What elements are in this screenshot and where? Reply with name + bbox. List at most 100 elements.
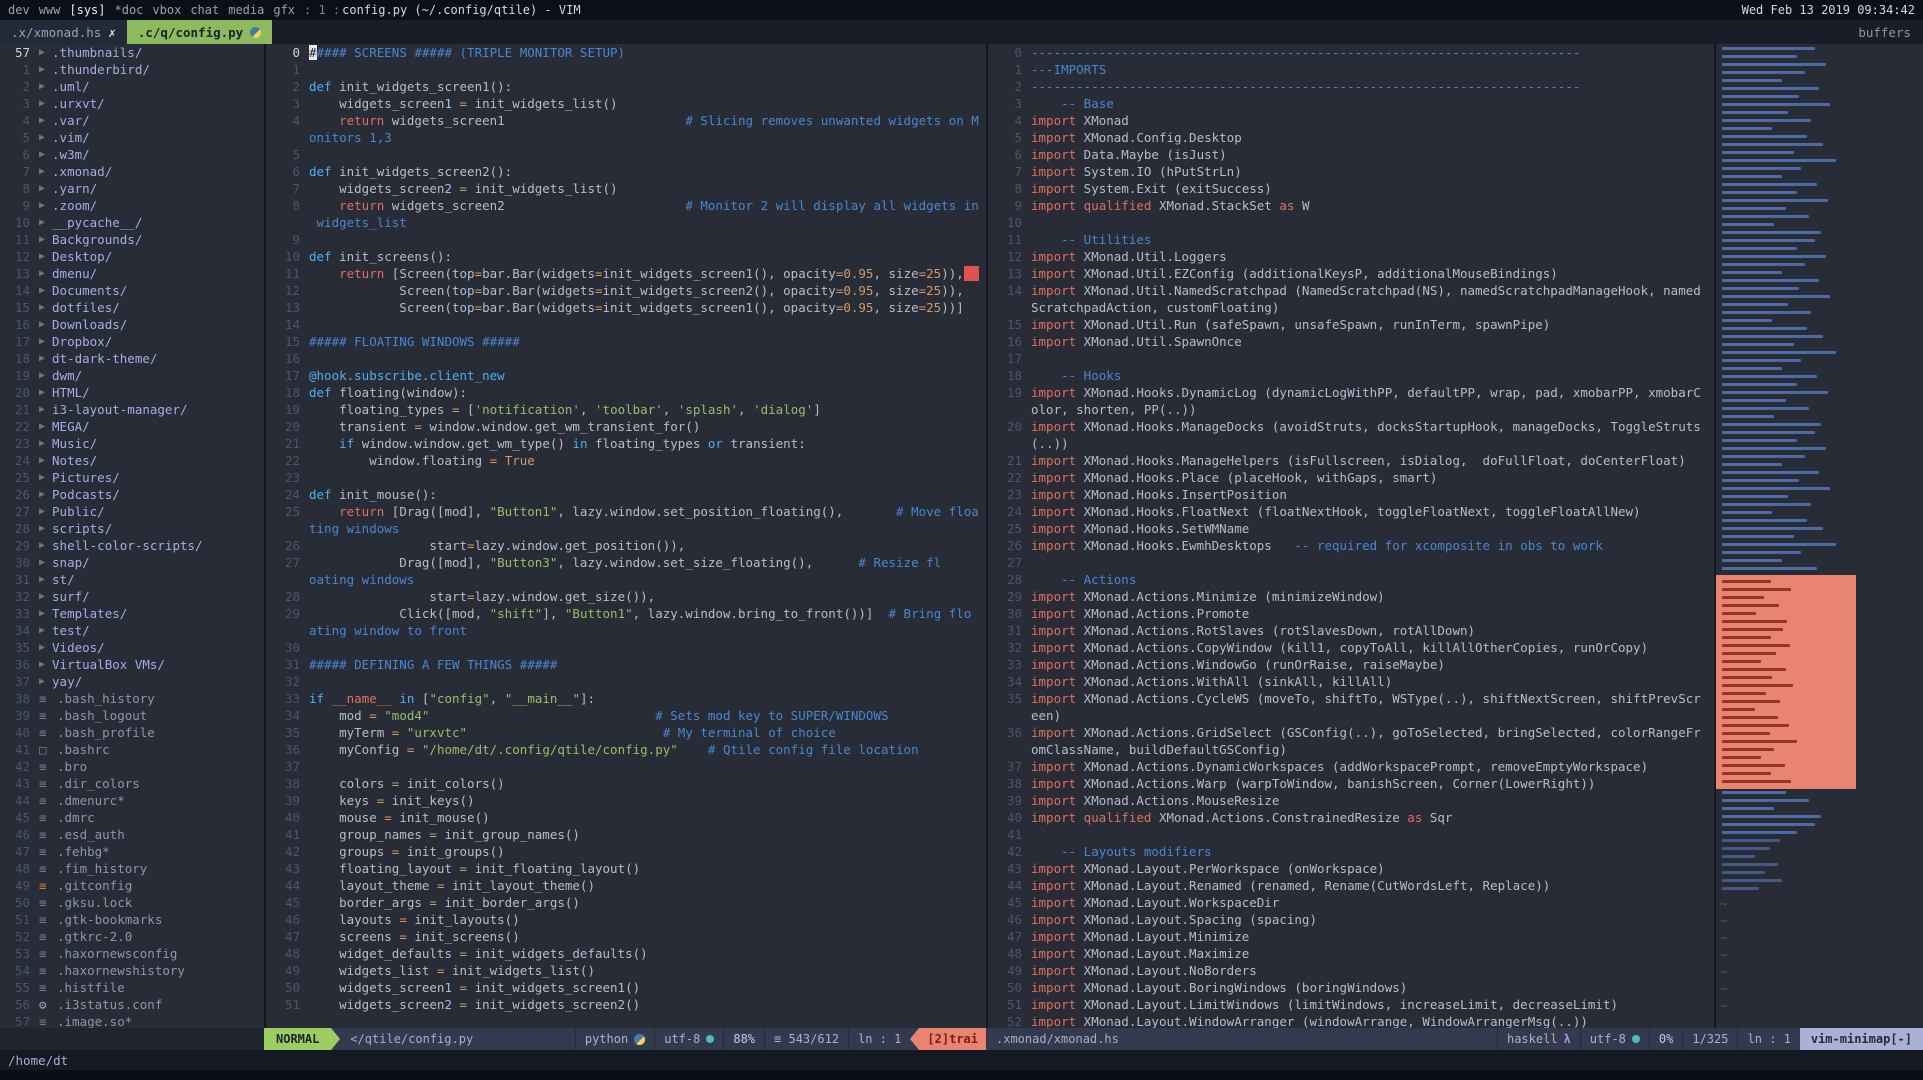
tree-file-item[interactable]: 52≡.gtkrc-2.0 — [0, 928, 264, 945]
command-line[interactable]: /home/dt — [0, 1050, 1923, 1070]
code-line[interactable]: 26 start=lazy.window.get_position()), — [266, 537, 986, 554]
code-line[interactable]: 27 Drag([mod], "Button3", lazy.window.se… — [266, 554, 986, 571]
code-line[interactable]: 24def init_mouse(): — [266, 486, 986, 503]
code-line[interactable]: 27 — [988, 554, 1714, 571]
code-line[interactable]: 6import Data.Maybe (isJust) — [988, 146, 1714, 163]
code-line[interactable]: 0##### SCREENS ##### (TRIPLE MONITOR SET… — [266, 44, 986, 61]
minimap-pane[interactable]: ~~~~~~~ — [1714, 44, 1923, 1028]
code-line[interactable]: 38 colors = init_colors() — [266, 775, 986, 792]
tree-file-item[interactable]: 43≡.dir_colors — [0, 775, 264, 792]
code-line[interactable]: 12 Screen(top=bar.Bar(widgets=init_widge… — [266, 282, 986, 299]
code-line[interactable]: 42 -- Layouts modifiers — [988, 843, 1714, 860]
code-line[interactable]: 49import XMonad.Layout.NoBorders — [988, 962, 1714, 979]
buffer-tab[interactable]: .c/q/config.py — [127, 20, 272, 44]
tree-dir-item[interactable]: 17▶Dropbox/ — [0, 333, 264, 350]
code-line[interactable]: 3 -- Base — [988, 95, 1714, 112]
nerdtree-pane[interactable]: 57▶.thumbnails/1▶.thunderbird/2▶.uml/3▶.… — [0, 44, 264, 1028]
code-line[interactable]: 50import XMonad.Layout.BoringWindows (bo… — [988, 979, 1714, 996]
code-line[interactable]: 36 myConfig = "/home/dt/.config/qtile/co… — [266, 741, 986, 758]
tree-dir-item[interactable]: 32▶surf/ — [0, 588, 264, 605]
code-line[interactable]: ScratchpadAction, customFloating) — [988, 299, 1714, 316]
code-line[interactable]: 16import XMonad.Util.SpawnOnce — [988, 333, 1714, 350]
tree-dir-item[interactable]: 34▶test/ — [0, 622, 264, 639]
tree-file-item[interactable]: 41□.bashrc — [0, 741, 264, 758]
code-line[interactable]: 35 myTerm = "urxvtc" # My terminal of ch… — [266, 724, 986, 741]
tree-dir-item[interactable]: 30▶snap/ — [0, 554, 264, 571]
tree-file-item[interactable]: 42≡.bro — [0, 758, 264, 775]
code-line[interactable]: omClassName, buildDefaultGSConfig) — [988, 741, 1714, 758]
tree-dir-item[interactable]: 22▶MEGA/ — [0, 418, 264, 435]
tree-dir-item[interactable]: 6▶.w3m/ — [0, 146, 264, 163]
code-line[interactable]: 18def floating(window): — [266, 384, 986, 401]
code-line[interactable]: een) — [988, 707, 1714, 724]
code-line[interactable]: 21 if window.window.get_wm_type() in flo… — [266, 435, 986, 452]
code-line[interactable]: 45import XMonad.Layout.WorkspaceDir — [988, 894, 1714, 911]
code-line[interactable]: 6def init_widgets_screen2(): — [266, 163, 986, 180]
tree-file-item[interactable]: 48≡.fim_history — [0, 860, 264, 877]
code-line[interactable]: 35import XMonad.Actions.CycleWS (moveTo,… — [988, 690, 1714, 707]
code-line[interactable]: 1---IMPORTS — [988, 61, 1714, 78]
tree-dir-item[interactable]: 21▶i3-layout-manager/ — [0, 401, 264, 418]
workspace-tag[interactable]: [sys] — [69, 3, 105, 17]
code-line[interactable]: 5import XMonad.Config.Desktop — [988, 129, 1714, 146]
tree-dir-item[interactable]: 26▶Podcasts/ — [0, 486, 264, 503]
tree-dir-item[interactable]: 12▶Desktop/ — [0, 248, 264, 265]
tree-file-item[interactable]: 45≡.dmrc — [0, 809, 264, 826]
code-line[interactable]: 38import XMonad.Actions.Warp (warpToWind… — [988, 775, 1714, 792]
tree-file-item[interactable]: 51≡.gtk-bookmarks — [0, 911, 264, 928]
code-line[interactable]: 41 — [988, 826, 1714, 843]
tree-dir-item[interactable]: 10▶__pycache__/ — [0, 214, 264, 231]
workspace-tag[interactable]: media — [228, 3, 264, 17]
code-line[interactable]: (..)) — [988, 435, 1714, 452]
code-line[interactable]: ting windows — [266, 520, 986, 537]
tree-dir-item[interactable]: 24▶Notes/ — [0, 452, 264, 469]
code-line[interactable]: 4 return widgets_screen1 # Slicing remov… — [266, 112, 986, 129]
code-line[interactable]: 51import XMonad.Layout.LimitWindows (lim… — [988, 996, 1714, 1013]
code-line[interactable]: 13import XMonad.Util.EZConfig (additiona… — [988, 265, 1714, 282]
workspace-tag[interactable]: www — [39, 3, 61, 17]
code-line[interactable]: 9import qualified XMonad.StackSet as W — [988, 197, 1714, 214]
code-line[interactable]: 34 mod = "mod4" # Sets mod key to SUPER/… — [266, 707, 986, 724]
code-line[interactable]: 50 widgets_screen1 = init_widgets_screen… — [266, 979, 986, 996]
code-line[interactable]: 20 transient = window.window.get_wm_tran… — [266, 418, 986, 435]
code-line[interactable]: 47 screens = init_screens() — [266, 928, 986, 945]
code-line[interactable]: 40 mouse = init_mouse() — [266, 809, 986, 826]
workspace-tag[interactable]: vbox — [152, 3, 181, 17]
tree-dir-item[interactable]: 15▶dotfiles/ — [0, 299, 264, 316]
code-line[interactable]: 49 widgets_list = init_widgets_list() — [266, 962, 986, 979]
tree-file-item[interactable]: 55≡.histfile — [0, 979, 264, 996]
code-line[interactable]: 30 — [266, 639, 986, 656]
tree-file-item[interactable]: 57≡.image.so* — [0, 1013, 264, 1028]
buffer-tab[interactable]: .x/xmonad.hs✗ — [0, 20, 127, 44]
tree-dir-item[interactable]: 36▶VirtualBox VMs/ — [0, 656, 264, 673]
code-line[interactable]: 7 widgets_screen2 = init_widgets_list() — [266, 180, 986, 197]
xmonad-hs-pane[interactable]: 0---------------------------------------… — [986, 44, 1714, 1028]
workspace-tag[interactable]: gfx — [273, 3, 295, 17]
code-line[interactable]: 42 groups = init_groups() — [266, 843, 986, 860]
tree-file-item[interactable]: 47≡.fehbg* — [0, 843, 264, 860]
code-line[interactable]: 18 -- Hooks — [988, 367, 1714, 384]
config-py-pane[interactable]: 0##### SCREENS ##### (TRIPLE MONITOR SET… — [264, 44, 986, 1028]
tree-file-item[interactable]: 49≡.gitconfig — [0, 877, 264, 894]
code-line[interactable]: 19import XMonad.Hooks.DynamicLog (dynami… — [988, 384, 1714, 401]
tree-dir-item[interactable]: 9▶.zoom/ — [0, 197, 264, 214]
code-line[interactable]: 39 keys = init_keys() — [266, 792, 986, 809]
code-line[interactable]: 15##### FLOATING WINDOWS ##### — [266, 333, 986, 350]
code-line[interactable]: 29 Click([mod, "shift"], "Button1", lazy… — [266, 605, 986, 622]
tree-dir-item[interactable]: 13▶dmenu/ — [0, 265, 264, 282]
tree-dir-item[interactable]: 27▶Public/ — [0, 503, 264, 520]
code-line[interactable]: 0---------------------------------------… — [988, 44, 1714, 61]
code-line[interactable]: 11 -- Utilities — [988, 231, 1714, 248]
code-line[interactable]: 46import XMonad.Layout.Spacing (spacing) — [988, 911, 1714, 928]
workspace-tag[interactable]: chat — [190, 3, 219, 17]
code-line[interactable]: 44 layout_theme = init_layout_theme() — [266, 877, 986, 894]
code-line[interactable]: 14import XMonad.Util.NamedScratchpad (Na… — [988, 282, 1714, 299]
tree-dir-item[interactable]: 19▶dwm/ — [0, 367, 264, 384]
tree-dir-item[interactable]: 35▶Videos/ — [0, 639, 264, 656]
code-line[interactable]: 33import XMonad.Actions.WindowGo (runOrR… — [988, 656, 1714, 673]
code-line[interactable]: 14 — [266, 316, 986, 333]
tree-dir-item[interactable]: 16▶Downloads/ — [0, 316, 264, 333]
code-line[interactable]: 15import XMonad.Util.Run (safeSpawn, uns… — [988, 316, 1714, 333]
workspace-tag[interactable]: *doc — [115, 3, 144, 17]
code-line[interactable]: 36import XMonad.Actions.GridSelect (GSCo… — [988, 724, 1714, 741]
